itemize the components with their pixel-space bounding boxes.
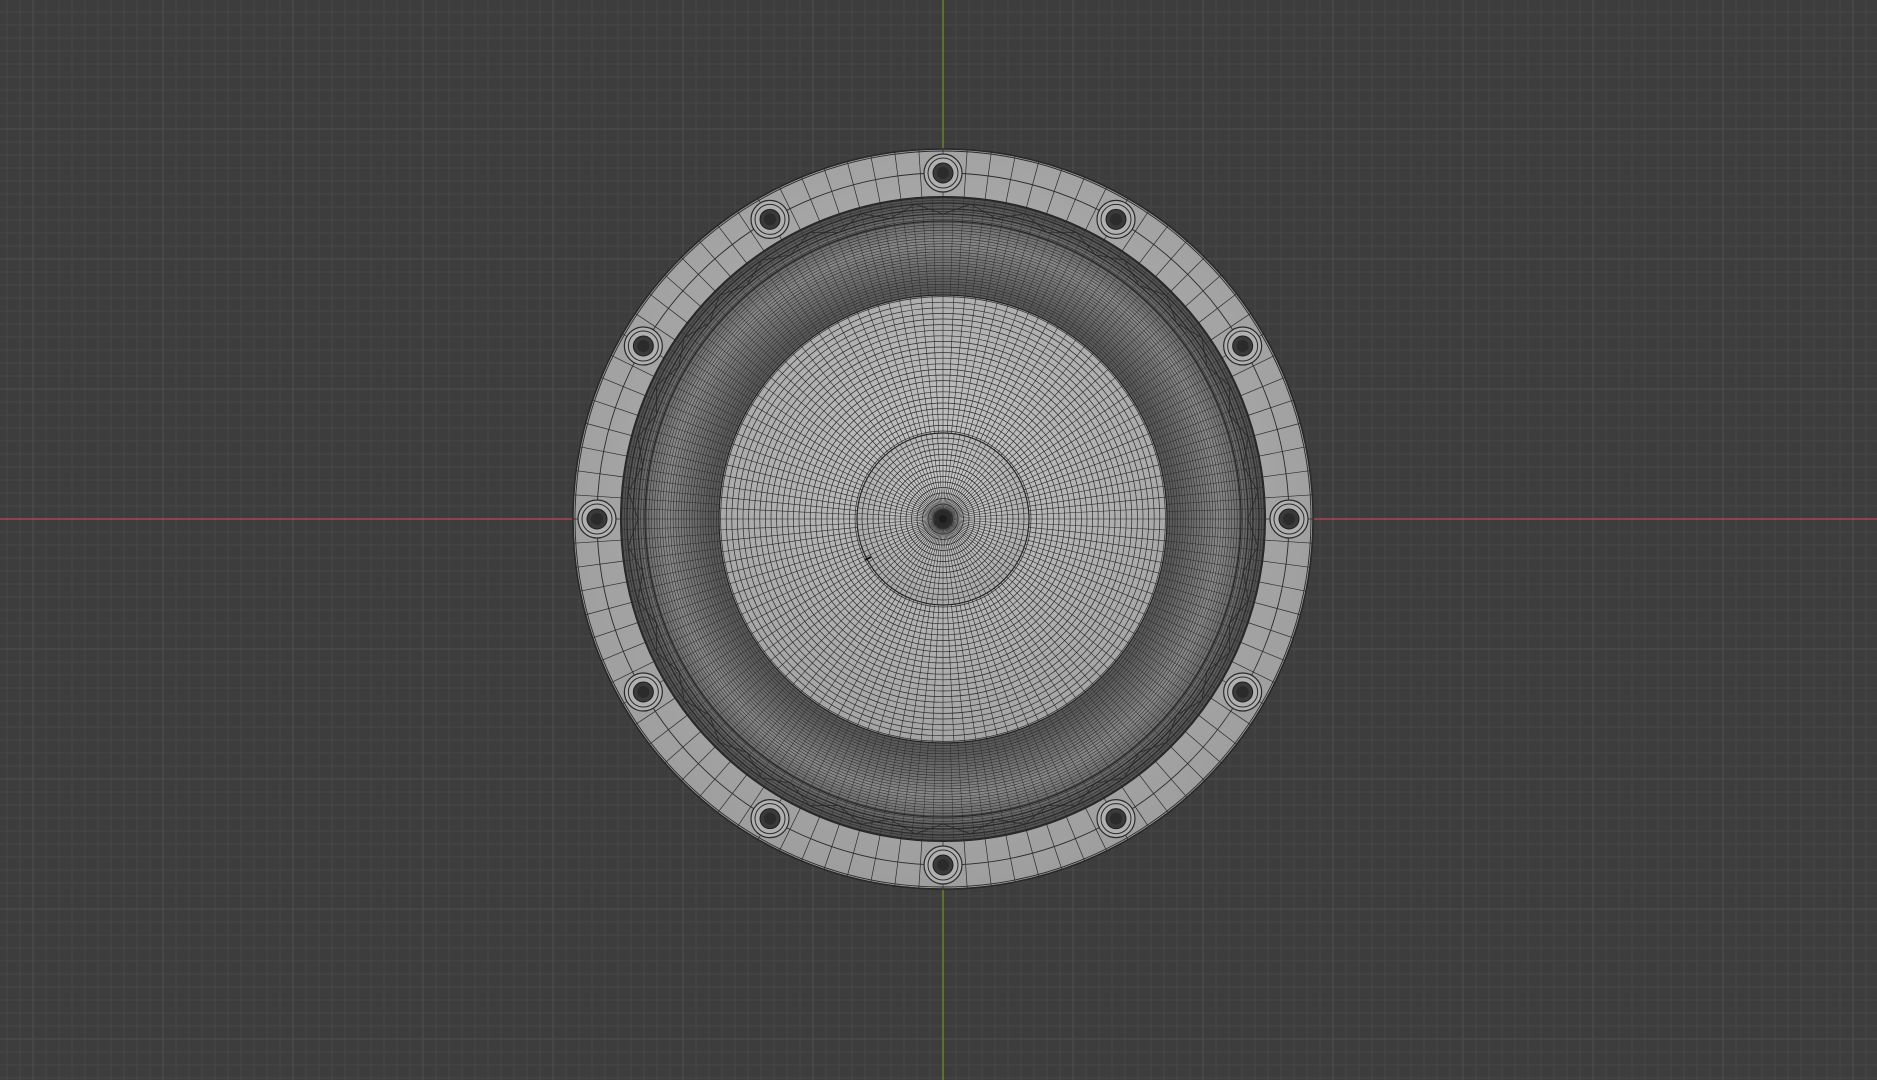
bolt-core (1236, 340, 1249, 352)
bolt-8 (623, 326, 663, 366)
speaker-model[interactable] (572, 148, 1314, 890)
bolt-9 (750, 199, 790, 239)
bolt-core (764, 812, 776, 825)
bolt-2 (1223, 672, 1263, 712)
bolt-core (591, 513, 603, 525)
bolt-core (764, 213, 776, 226)
bolt-core (637, 340, 650, 352)
bolt-10 (923, 153, 963, 193)
center-vertex (939, 515, 947, 523)
bolt-core (1283, 513, 1295, 525)
bolt-core (937, 859, 949, 871)
bolt-1 (1269, 499, 1309, 539)
bolt-6 (623, 672, 663, 712)
bolt-core (637, 686, 650, 698)
bolt-core (1236, 686, 1249, 698)
speaker-dust-cap[interactable] (856, 432, 1030, 606)
bolt-11 (1096, 199, 1136, 239)
viewport-canvas[interactable] (0, 0, 1877, 1080)
bolt-12 (1223, 326, 1263, 366)
bolt-core (937, 167, 949, 179)
bolt-core (1110, 213, 1122, 226)
bolt-7 (577, 499, 617, 539)
bolt-5 (750, 799, 790, 839)
3d-viewport[interactable] (0, 0, 1877, 1080)
bolt-3 (1096, 799, 1136, 839)
bolt-core (1110, 812, 1122, 825)
bolt-4 (923, 845, 963, 885)
